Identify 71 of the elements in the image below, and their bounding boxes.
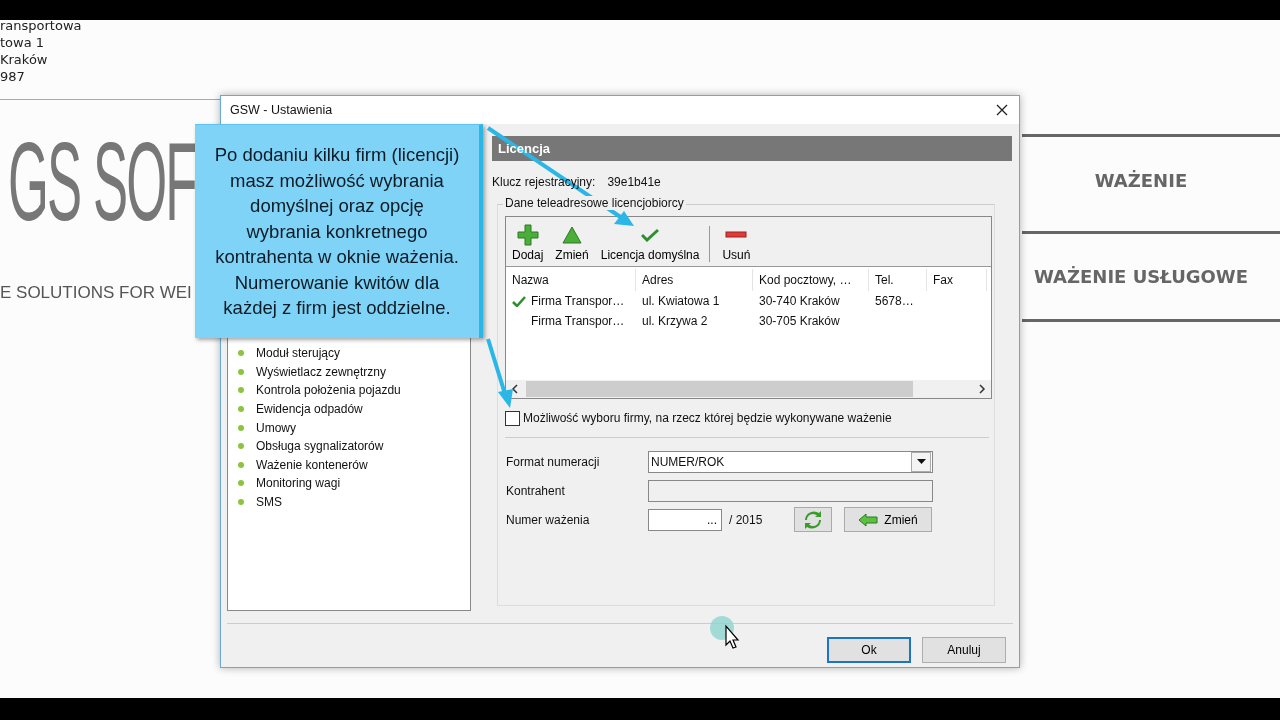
field-label: Format numeracji xyxy=(505,454,601,469)
bullet-icon xyxy=(238,443,244,450)
chevron-right-icon xyxy=(978,384,986,394)
tree-item[interactable]: Kontrola położenia pojazdu xyxy=(256,383,401,398)
bullet-icon xyxy=(238,499,244,506)
dialog-button[interactable]: Anuluj xyxy=(922,637,1006,663)
bullet-icon xyxy=(238,480,244,487)
toolbar-button[interactable]: Licencja domyślna xyxy=(600,225,700,262)
number-field[interactable]: ... xyxy=(648,508,722,531)
table-cell: ul. Krzywa 2 xyxy=(642,314,708,328)
field-label: Numer ważenia xyxy=(505,512,591,527)
year-suffix: / 2015 xyxy=(729,512,764,527)
address-line: ransportowa xyxy=(0,20,82,34)
tree-item[interactable]: Wyświetlacz zewnętrzny xyxy=(256,364,386,379)
menu-item[interactable]: WAŻENIE xyxy=(1094,170,1208,191)
chevron-left-icon xyxy=(511,384,519,394)
arrow-left-icon xyxy=(858,512,879,527)
minus-icon xyxy=(725,231,748,239)
checkmark-icon xyxy=(641,228,660,242)
bullet-icon xyxy=(238,350,244,357)
toolbar-button[interactable]: Zmień xyxy=(555,225,589,262)
format-dropdown[interactable]: NUMER/ROK xyxy=(648,450,933,473)
group-title: Dane teleadresowe licencjobiorcy xyxy=(503,196,686,210)
bullet-icon xyxy=(238,406,244,413)
menu-item[interactable]: WAŻENIE USŁUGOWE xyxy=(1034,266,1268,287)
bullet-icon xyxy=(238,387,244,394)
tree-item[interactable]: Moduł sterujący xyxy=(256,346,341,361)
refresh-button[interactable] xyxy=(794,507,832,532)
tree-item[interactable]: Ewidencja odpadów xyxy=(256,402,363,417)
scrollbar-thumb[interactable] xyxy=(526,381,913,397)
checkbox[interactable] xyxy=(505,410,520,426)
checkbox-label: Możliwość wyboru firmy, na rzecz której będzie wykonywane ważenie xyxy=(523,411,892,425)
cursor-icon xyxy=(708,615,740,649)
window-title: GSW - Ustawienia xyxy=(230,103,333,117)
bullet-icon xyxy=(238,424,244,431)
triangle-icon xyxy=(562,226,583,244)
table-cell: 5678… xyxy=(875,294,914,308)
column-header[interactable]: Tel. xyxy=(869,269,927,291)
tree-item[interactable]: SMS xyxy=(256,495,282,510)
change-button[interactable]: Zmień xyxy=(844,507,932,532)
tree-item[interactable]: Umowy xyxy=(256,420,296,435)
tree-item[interactable]: Ważenie kontenerów xyxy=(256,457,368,472)
table-cell: 30-740 Kraków xyxy=(759,294,840,308)
tree-item[interactable]: Obsługa sygnalizatorów xyxy=(256,439,384,454)
tree-item[interactable]: Monitoring wagi xyxy=(256,476,341,491)
arrow xyxy=(486,338,513,408)
column-header[interactable]: Fax xyxy=(927,269,987,291)
column-header[interactable]: Kod pocztowy, … xyxy=(753,269,869,291)
column-header[interactable]: Nazwa xyxy=(506,269,636,291)
bullet-icon xyxy=(238,461,244,468)
logo-text: GS SOF xyxy=(8,118,196,246)
close-icon xyxy=(996,104,1008,116)
toolbar-button[interactable]: Dodaj xyxy=(512,225,544,262)
table-cell: ul. Kwiatowa 1 xyxy=(642,294,720,308)
address-line: Kraków xyxy=(0,51,49,68)
bullet-icon xyxy=(238,368,244,375)
tagline: E SOLUTIONS FOR WEI xyxy=(0,283,192,303)
field-label: Kontrahent xyxy=(505,483,566,498)
callout-text: Po dodaniu kilku firm (licencji) masz możliwość wybrania domyślnej oraz opcję wybrania konkretnego kontrahenta w oknie ważenia. Numerowanie kwitów dla każdej z firm jest oddzielne. xyxy=(195,124,483,338)
dialog-button[interactable]: Ok xyxy=(827,637,911,663)
key-value: 39e1b41e xyxy=(607,175,661,189)
table-cell: 30-705 Kraków xyxy=(759,314,840,328)
table-cell: Firma Transpor… xyxy=(531,314,625,328)
refresh-icon xyxy=(804,510,822,529)
plus-icon xyxy=(516,224,539,246)
table-cell: Firma Transpor… xyxy=(531,294,625,308)
toolbar-button[interactable]: Usuń xyxy=(722,225,751,262)
address-line: 987 xyxy=(0,68,26,85)
column-header[interactable]: Adres xyxy=(636,269,753,291)
address-line: towa 1 xyxy=(0,34,46,51)
caret-icon xyxy=(916,459,926,464)
